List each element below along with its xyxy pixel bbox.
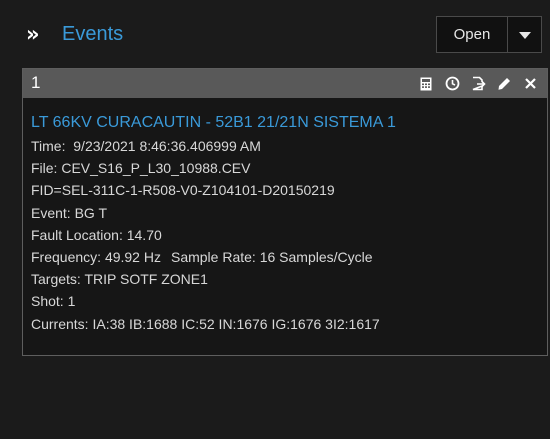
clock-icon[interactable] <box>441 73 463 95</box>
event-title[interactable]: LT 66KV CURACAUTIN - 52B1 21/21N SISTEMA… <box>31 112 539 133</box>
calculator-icon[interactable] <box>415 73 437 95</box>
currents-label: Currents: <box>31 315 89 332</box>
chevron-down-icon <box>519 32 531 39</box>
open-button[interactable]: Open <box>436 16 508 53</box>
close-icon[interactable] <box>519 73 541 95</box>
panel-header: » Events Open <box>0 0 550 66</box>
frequency-row: Frequency: 49.92 Hz Sample Rate: 16 Sampl… <box>31 246 539 268</box>
file-label: File: <box>31 160 58 177</box>
event-row: Event: BG T <box>31 202 539 224</box>
event-card: 1 LT 66KV CURACAUTIN - 52B1 21/21N SISTE… <box>22 68 548 356</box>
targets-value: TRIP SOTF ZONE1 <box>84 271 208 288</box>
currents-value: IA:38 IB:1688 IC:52 IN:1676 IG:1676 3I2:… <box>92 315 380 332</box>
panel-title: Events <box>62 23 124 45</box>
shot-row: Shot: 1 <box>31 290 539 312</box>
event-card-header: 1 <box>23 69 547 98</box>
fault-location-label: Fault Location: <box>31 226 123 243</box>
shot-label: Shot: <box>31 293 64 310</box>
event-number: 1 <box>31 73 41 92</box>
file-value: CEV_S16_P_L30_10988.CEV <box>61 160 251 177</box>
time-label: Time: <box>31 138 66 154</box>
event-label: Event: <box>31 204 71 221</box>
shot-value: 1 <box>67 293 76 310</box>
file-row: File: CEV_S16_P_L30_10988.CEV <box>31 157 539 179</box>
event-value: BG T <box>74 204 108 221</box>
sample-rate-label: Sample Rate: <box>170 249 256 266</box>
event-toolbar <box>411 69 541 98</box>
open-dropdown-button[interactable] <box>508 16 542 53</box>
targets-label: Targets: <box>31 271 81 288</box>
fid-row: FID=SEL-311C-1-R508-V0-Z104101-D20150219 <box>31 182 335 199</box>
export-icon[interactable] <box>467 73 489 95</box>
frequency-value: 49.92 Hz <box>104 249 161 266</box>
targets-row: Targets: TRIP SOTF ZONE1 <box>31 268 539 290</box>
currents-row: Currents: IA:38 IB:1688 IC:52 IN:1676 IG… <box>31 313 539 335</box>
time-row: Time: 9/23/2021 8:46:36.406999 AM <box>31 135 539 157</box>
frequency-label: Frequency: <box>31 249 102 266</box>
collapse-icon[interactable]: » <box>26 22 48 46</box>
event-details: LT 66KV CURACAUTIN - 52B1 21/21N SISTEMA… <box>31 112 539 335</box>
time-value: 9/23/2021 8:46:36.406999 AM <box>73 138 261 154</box>
fault-location-value: 14.70 <box>126 226 162 243</box>
sample-rate-value: 16 Samples/Cycle <box>259 249 373 266</box>
fault-location-row: Fault Location: 14.70 <box>31 224 539 246</box>
edit-icon[interactable] <box>493 73 515 95</box>
